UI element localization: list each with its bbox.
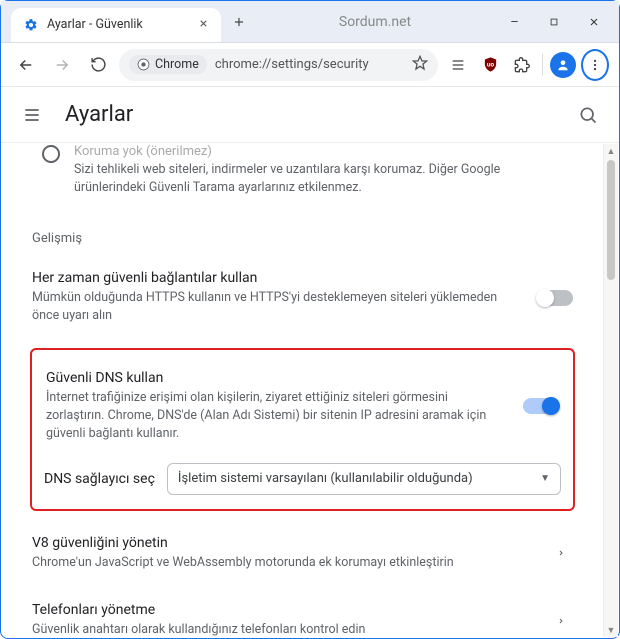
secure-dns-toggle[interactable] [523, 398, 559, 414]
dns-provider-row: DNS sağlayıcı seç İşletim sistemi varsay… [44, 463, 561, 495]
setting-desc: Mümkün olduğunda HTTPS kullanın ve HTTPS… [32, 289, 523, 325]
url-text: chrome://settings/security [215, 57, 369, 72]
tab-title: Ayarlar - Güvenlik [47, 17, 143, 32]
always-https-toggle[interactable] [537, 290, 573, 306]
forward-button[interactable] [47, 50, 77, 80]
new-tab-button[interactable] [225, 8, 253, 36]
setting-title: Güvenli DNS kullan [46, 370, 509, 386]
v8-security-setting[interactable]: V8 güvenliğini yönetin Chrome'un JavaScr… [30, 529, 575, 578]
chip-label: Chrome [155, 57, 199, 72]
setting-desc: İnternet trafiğinize erişimi olan kişile… [46, 389, 509, 443]
page-title: Ayarlar [65, 102, 133, 127]
always-https-setting: Her zaman güvenli bağlantılar kullan Müm… [30, 264, 575, 331]
separator [542, 54, 543, 76]
site-label: Sordum.net [253, 14, 497, 30]
profile-avatar[interactable] [549, 50, 577, 80]
window-controls [497, 8, 619, 36]
minimize-button[interactable] [497, 8, 531, 36]
browser-toolbar: Chrome chrome://settings/security uo [1, 43, 619, 87]
back-button[interactable] [11, 50, 41, 80]
hamburger-menu-icon[interactable] [17, 100, 47, 130]
secure-dns-setting: Güvenli DNS kullan İnternet trafiğinize … [44, 364, 561, 449]
chrome-icon [137, 58, 150, 71]
chevron-right-icon [549, 615, 573, 627]
extension-icon-1[interactable] [444, 50, 472, 80]
setting-desc: Güvenlik anahtarı olarak kullandığınız t… [32, 621, 535, 637]
setting-title: V8 güvenliğini yönetin [32, 535, 535, 551]
close-tab-icon[interactable] [198, 17, 209, 33]
setting-desc: Chrome'un JavaScript ve WebAssembly moto… [32, 554, 535, 572]
svg-text:uo: uo [486, 61, 494, 69]
close-window-button[interactable] [577, 8, 611, 36]
caret-down-icon: ▼ [540, 473, 550, 484]
secure-dns-highlight: Güvenli DNS kullan İnternet trafiğinize … [30, 348, 575, 511]
option-desc: Sizi tehlikeli web siteleri, indirmeler … [74, 161, 575, 197]
settings-header: Ayarlar [1, 87, 619, 143]
extensions-puzzle-icon[interactable] [508, 50, 536, 80]
extension-icons: uo [444, 49, 609, 81]
gear-icon [23, 17, 39, 33]
maximize-button[interactable] [537, 8, 571, 36]
radio-icon[interactable] [42, 145, 60, 163]
window-titlebar: Ayarlar - Güvenlik Sordum.net [1, 1, 619, 43]
reload-button[interactable] [83, 50, 113, 80]
ublock-icon[interactable]: uo [476, 50, 504, 80]
address-bar[interactable]: Chrome chrome://settings/security [119, 49, 438, 81]
dns-provider-label: DNS sağlayıcı seç [44, 471, 155, 487]
setting-title: Telefonları yönetme [32, 602, 535, 618]
bookmark-star-icon[interactable] [412, 55, 428, 75]
scroll-up-icon[interactable]: ▲ [604, 144, 618, 158]
advanced-section-label: Gelişmiş [32, 231, 575, 246]
dns-provider-value: İşletim sistemi varsayılanı (kullanılabi… [178, 471, 473, 486]
browser-tab[interactable]: Ayarlar - Güvenlik [11, 8, 221, 42]
dns-provider-select[interactable]: İşletim sistemi varsayılanı (kullanılabi… [167, 463, 561, 495]
chevron-right-icon [549, 547, 573, 559]
manage-phones-setting[interactable]: Telefonları yönetme Güvenlik anahtarı ol… [30, 596, 575, 637]
safe-browsing-none-option[interactable]: Koruma yok (önerilmez) Sizi tehlikeli we… [30, 144, 575, 203]
settings-content: Koruma yok (önerilmez) Sizi tehlikeli we… [2, 144, 603, 637]
option-title: Koruma yok (önerilmez) [74, 144, 575, 159]
search-icon[interactable] [573, 100, 603, 130]
site-chip[interactable]: Chrome [129, 55, 207, 74]
vertical-scrollbar[interactable]: ▲ ▼ [603, 144, 618, 637]
menu-button[interactable] [581, 49, 609, 81]
scroll-down-icon[interactable]: ▼ [604, 623, 618, 637]
setting-title: Her zaman güvenli bağlantılar kullan [32, 270, 523, 286]
scrollbar-thumb[interactable] [607, 160, 615, 280]
